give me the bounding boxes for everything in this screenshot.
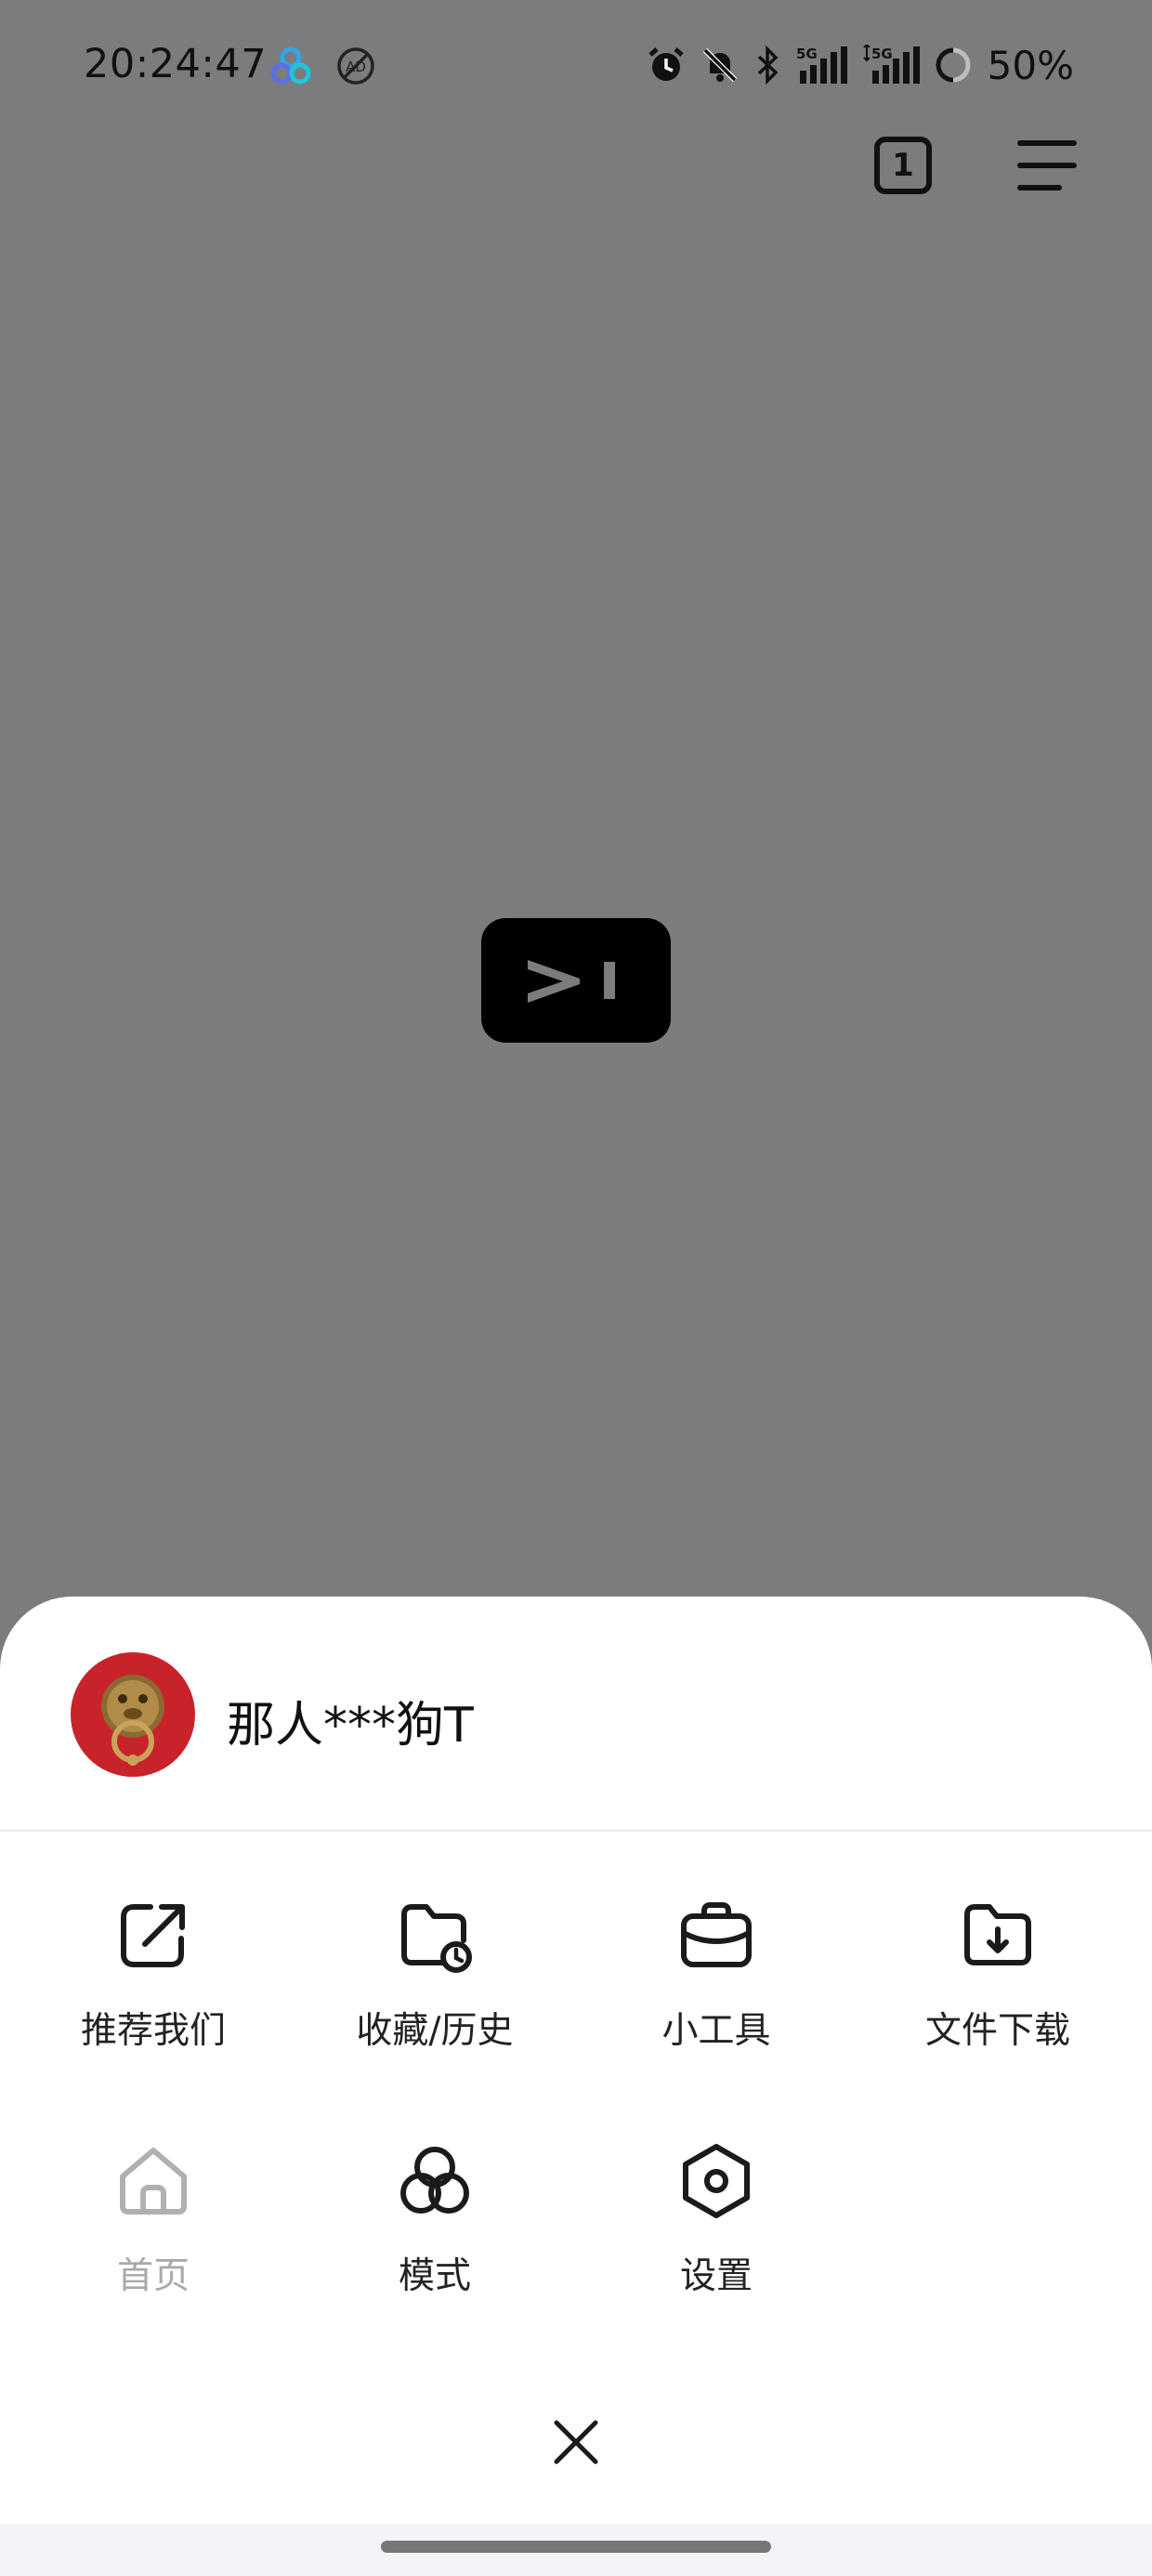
browser-logo — [481, 918, 671, 1043]
svg-text:5G: 5G — [871, 46, 893, 62]
username: 那人***狗T — [227, 1698, 474, 1754]
folder-download-icon — [964, 1904, 1031, 1965]
battery-ring-icon — [936, 47, 971, 83]
menu-item-label: 模式 — [398, 2255, 471, 2297]
menu-item-label: 推荐我们 — [80, 2010, 226, 2052]
status-time: 20:24:47 — [84, 41, 268, 87]
menu-item-tools[interactable]: 小工具 — [586, 1896, 846, 2082]
menu-item-label: 设置 — [679, 2255, 753, 2297]
tabs-button[interactable]: 1 — [866, 128, 940, 203]
menu-item-home[interactable]: 首页 — [23, 2141, 283, 2327]
menu-item-file-downloads[interactable]: 文件下载 — [868, 1896, 1128, 2082]
tab-count: 1 — [874, 137, 932, 194]
app-notification-icon — [270, 46, 311, 85]
alarm-icon — [648, 47, 684, 81]
hamburger-menu-icon — [1017, 140, 1077, 191]
briefcase-icon — [681, 1902, 752, 1967]
menu-item-favorites-history[interactable]: 收藏/历史 — [305, 1896, 565, 2082]
blocked-app-icon: AD — [337, 47, 374, 85]
bluetooth-icon — [757, 45, 779, 85]
svg-text:AD: AD — [346, 59, 366, 75]
notifications-muted-icon — [702, 47, 737, 83]
menu-item-settings[interactable]: 设置 — [586, 2141, 846, 2327]
close-menu-button[interactable] — [539, 2405, 613, 2479]
menu-item-label: 小工具 — [661, 2010, 771, 2052]
share-icon — [121, 1904, 185, 1967]
hexagon-settings-icon — [683, 2144, 750, 2218]
menu-item-label: 文件下载 — [924, 2010, 1070, 2052]
menu-item-label: 首页 — [116, 2255, 190, 2297]
cellular-signal-1-icon: 5G — [796, 46, 847, 84]
home-indicator[interactable] — [381, 2541, 771, 2553]
status-indicators: 5G 5G 50% — [646, 41, 1074, 89]
circles-mode-icon — [400, 2147, 469, 2214]
menu-button[interactable] — [1009, 128, 1083, 203]
status-bar: 20:24:47 AD 5G 5G 50% — [0, 0, 1152, 139]
play-cursor-logo-icon — [528, 960, 615, 1003]
cellular-signal-2-icon: 5G — [862, 45, 920, 84]
home-icon — [120, 2148, 187, 2215]
folder-clock-icon — [401, 1904, 472, 1973]
svg-text:5G: 5G — [796, 46, 818, 62]
status-app-icons: AD — [269, 45, 377, 87]
battery-percentage: 50% — [987, 42, 1074, 88]
menu-item-recommend-us[interactable]: 推荐我们 — [23, 1896, 283, 2082]
lion-door-knocker-avatar-icon — [71, 1652, 195, 1777]
menu-item-label: 收藏/历史 — [356, 2010, 514, 2052]
gesture-bar-area — [0, 2524, 1152, 2576]
menu-item-mode[interactable]: 模式 — [305, 2141, 565, 2327]
bottom-menu-sheet: 那人***狗T 推荐我们 收藏/历史 小工具 文件下载 首页 模式 设置 — [0, 1597, 1152, 2576]
close-icon — [554, 2420, 598, 2464]
profile-row[interactable]: 那人***狗T — [0, 1597, 1152, 1832]
avatar[interactable] — [71, 1652, 195, 1777]
